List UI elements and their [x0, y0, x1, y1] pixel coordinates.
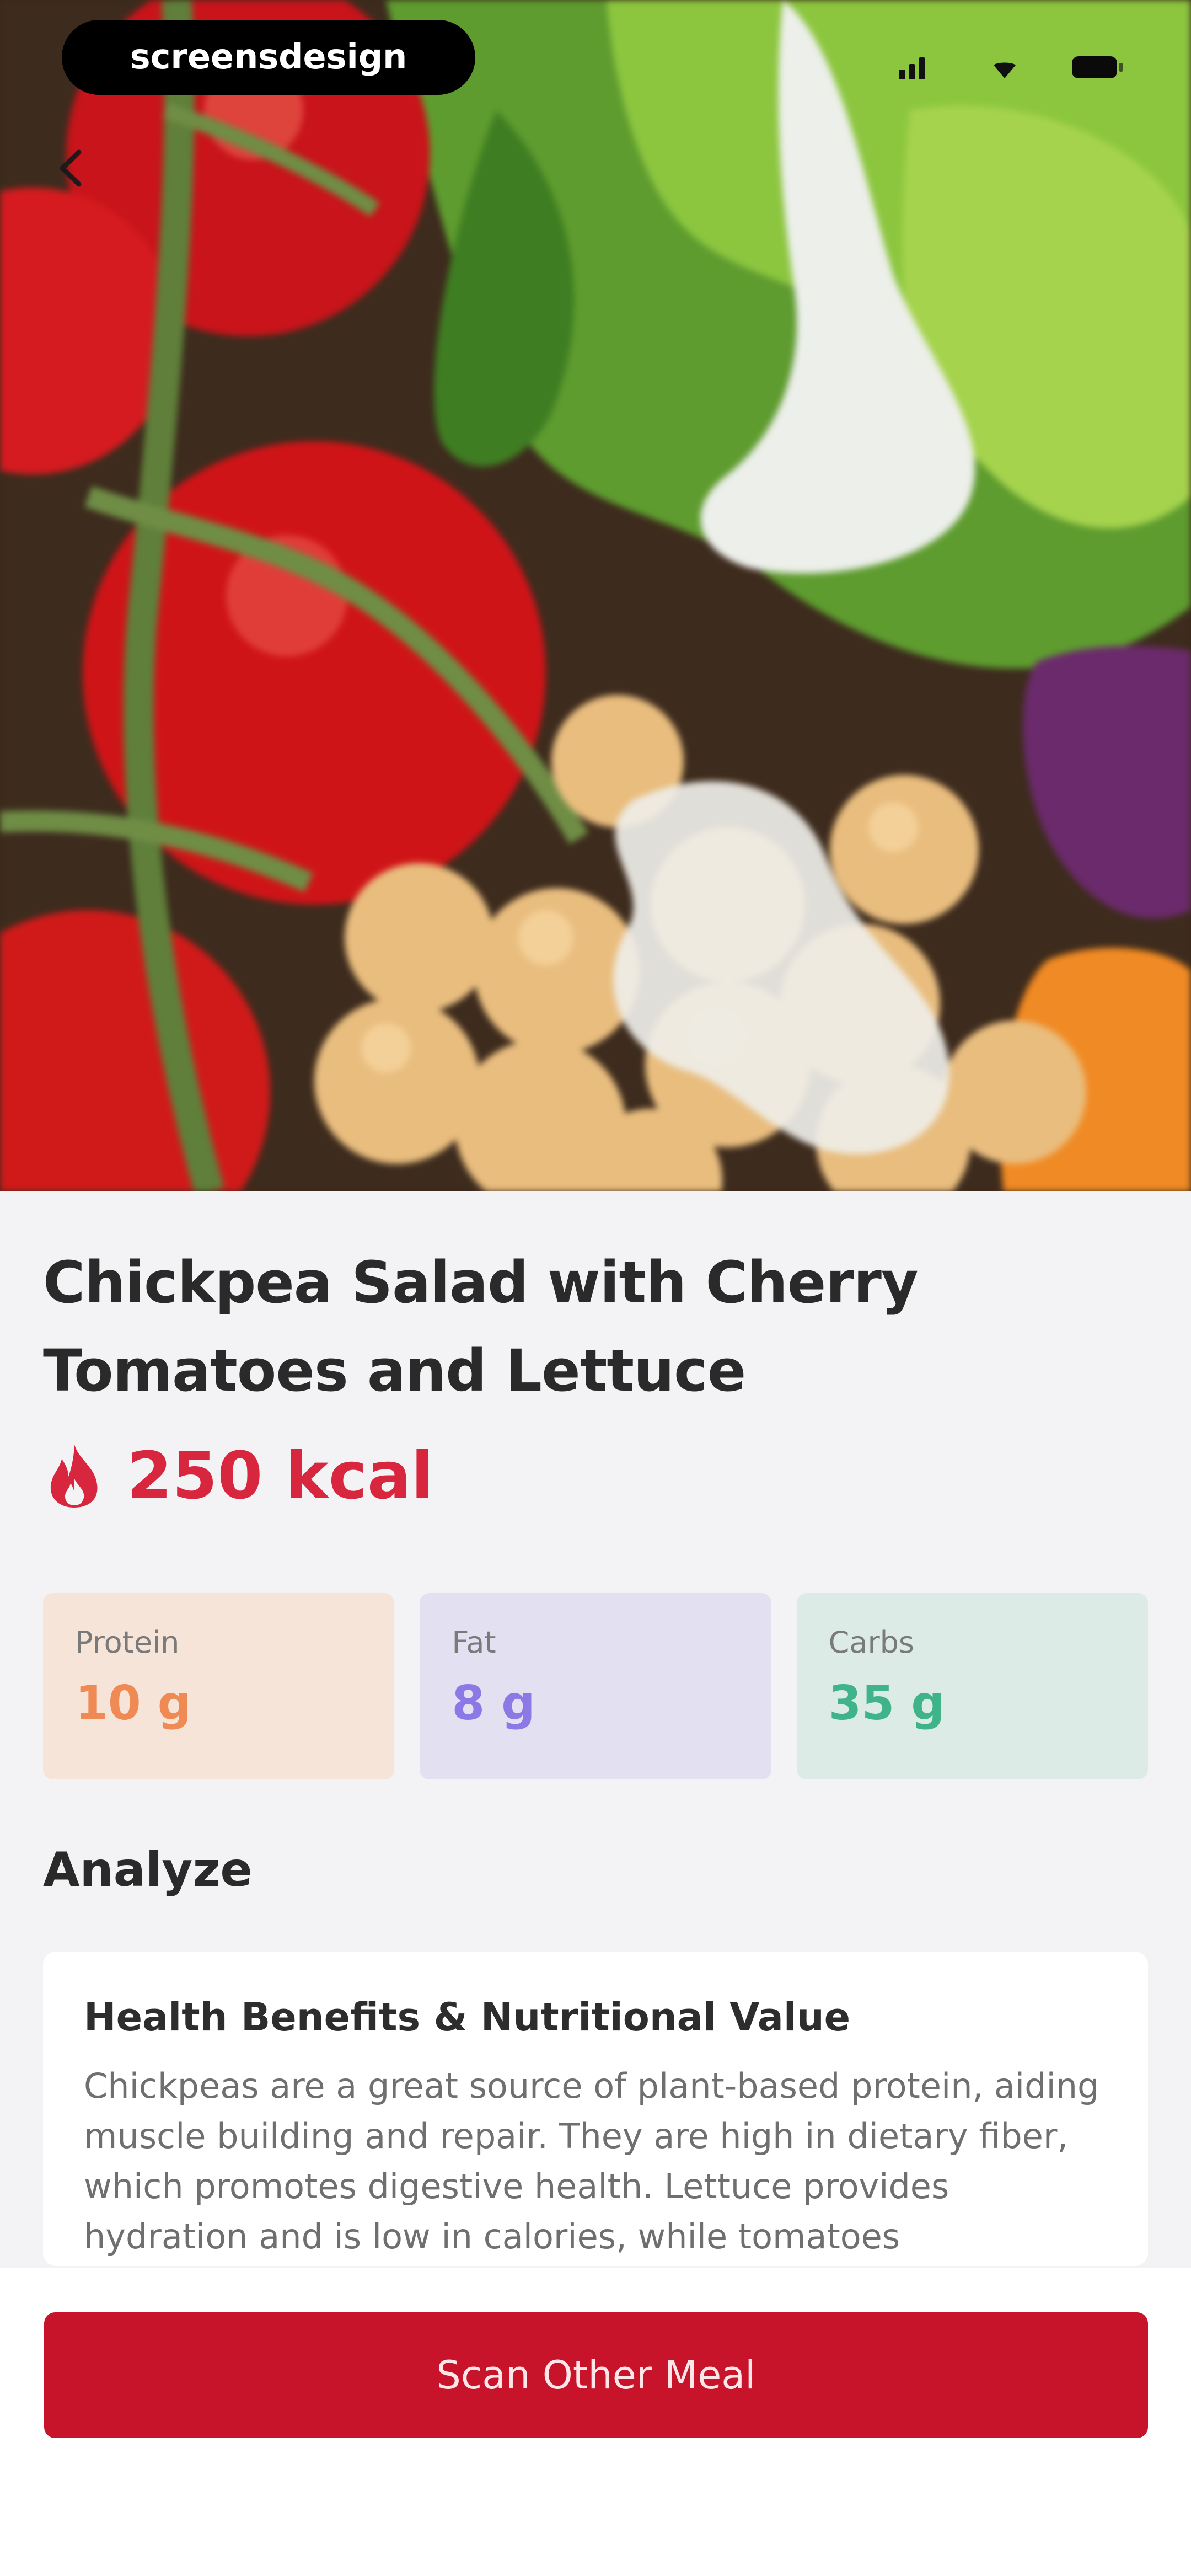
scan-other-meal-button[interactable]: Scan Other Meal	[44, 2312, 1148, 2438]
macro-label: Protein	[75, 1625, 180, 1660]
analysis-card[interactable]: Health Benefits & Nutritional Value Chic…	[43, 1952, 1148, 2266]
analyze-heading: Analyze	[43, 1842, 253, 1898]
watermark-text: screensdesign	[130, 36, 407, 77]
calorie-value: 250 kcal	[127, 1437, 433, 1514]
macro-card-protein: Protein 10 g	[43, 1593, 395, 1779]
analysis-card-body: Chickpeas are a great source of plant-ba…	[84, 2066, 1099, 2257]
macro-value: 8 g	[452, 1676, 535, 1731]
screensdesign-watermark: screensdesign	[62, 20, 475, 95]
macro-cards: Protein 10 g Fat 8 g Carbs 35 g	[43, 1593, 1148, 1779]
analysis-card-title: Health Benefits & Nutritional Value	[84, 1995, 851, 2040]
meal-photo	[0, 0, 1191, 1191]
meal-photo-illustration	[0, 0, 1191, 1191]
macro-value: 35 g	[828, 1676, 945, 1731]
flame-icon	[50, 1445, 98, 1508]
macro-card-carbs: Carbs 35 g	[796, 1593, 1148, 1779]
battery-icon	[1072, 56, 1123, 78]
macro-label: Fat	[452, 1625, 496, 1660]
back-button[interactable]	[47, 145, 95, 192]
meal-title: Chickpea Salad with Cherry Tomatoes and …	[43, 1249, 919, 1404]
wifi-icon	[994, 62, 1016, 78]
signal-icon	[899, 57, 925, 79]
macro-value: 10 g	[75, 1676, 192, 1731]
status-bar-icons	[899, 56, 1123, 79]
macro-label: Carbs	[828, 1625, 915, 1660]
chevron-left-icon	[60, 149, 82, 187]
screensdesign-logo: screensdesign	[130, 36, 407, 77]
macro-card-fat: Fat 8 g	[420, 1593, 771, 1779]
calorie-summary: 250 kcal	[44, 1434, 433, 1517]
